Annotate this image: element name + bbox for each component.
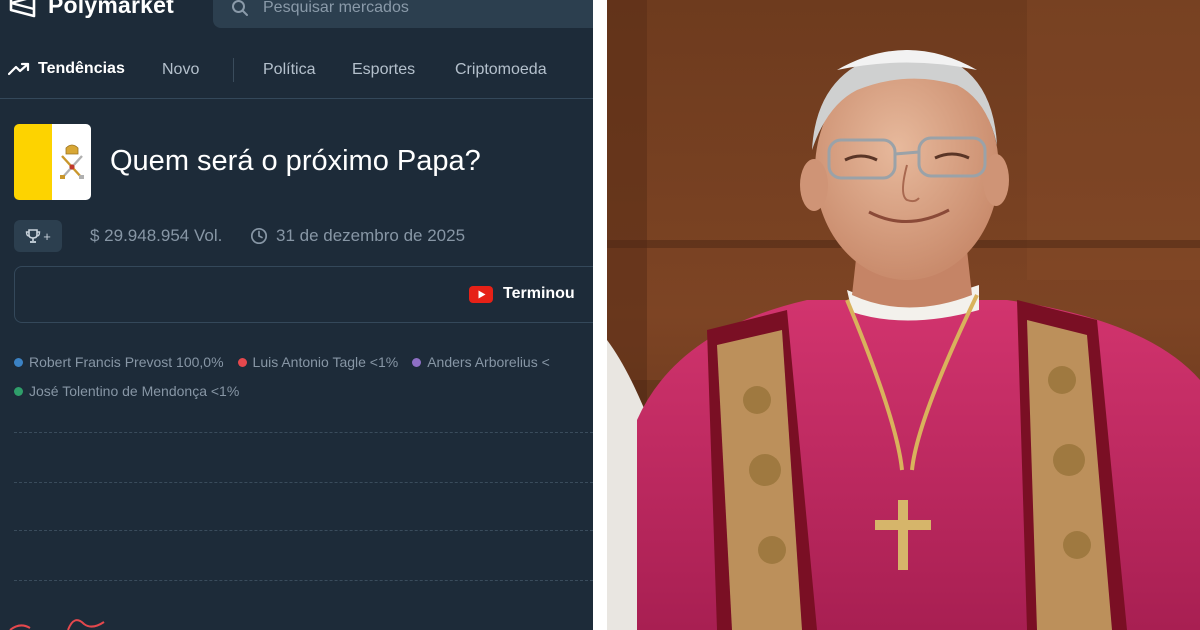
tab-trending[interactable]: Tendências [8, 60, 125, 78]
market-status-box: Terminou [14, 266, 593, 323]
trophy-icon [26, 229, 41, 243]
tab-crypto[interactable]: Criptomoeda [455, 61, 547, 79]
chart-gridline [14, 482, 593, 483]
vatican-flag-icon [14, 124, 91, 200]
trophy-suffix: + [43, 228, 51, 244]
clock-icon [250, 227, 268, 245]
chart-legend-row-2: José Tolentino de Mendonça <1% [14, 383, 239, 399]
chart-gridline [14, 530, 593, 531]
chart-gridline [14, 432, 593, 433]
market-title: Quem será o próximo Papa? [110, 145, 481, 177]
pope-photo [607, 0, 1200, 630]
youtube-icon [469, 285, 493, 303]
market-volume: $ 29.948.954 Vol. [90, 226, 223, 245]
legend-item[interactable]: Luis Antonio Tagle <1% [237, 354, 399, 370]
nav-divider-line [0, 98, 593, 99]
legend-dot [412, 357, 422, 367]
chart-gridline [14, 580, 593, 581]
legend-dot [237, 357, 247, 367]
tab-new[interactable]: Novo [162, 61, 199, 79]
tab-politics[interactable]: Política [263, 61, 315, 79]
trending-icon [8, 62, 30, 76]
polymarket-panel: Polymarket Tendências Novo Política Espo… [0, 0, 593, 630]
legend-item[interactable]: Robert Francis Prevost 100,0% [14, 354, 224, 370]
category-nav: Tendências Novo Política Esportes Cripto… [0, 52, 593, 88]
legend-item[interactable]: Anders Arborelius < [412, 354, 550, 370]
chart-line-fragment [9, 619, 105, 630]
polymarket-logo[interactable]: Polymarket [8, 0, 174, 19]
legend-dot [14, 386, 23, 396]
ended-badge[interactable]: Terminou [469, 285, 575, 303]
legend-item[interactable]: José Tolentino de Mendonça <1% [14, 383, 239, 399]
legend-dot [14, 357, 23, 367]
search-bar[interactable] [213, 0, 593, 28]
market-end-date: 31 de dezembro de 2025 [250, 226, 465, 246]
image-divider [593, 0, 607, 630]
tab-trending-label: Tendências [38, 60, 125, 77]
search-input[interactable] [263, 0, 563, 17]
trophy-button[interactable]: + [14, 220, 62, 252]
end-date-text: 31 de dezembro de 2025 [276, 226, 466, 245]
papal-keys-icon [59, 144, 84, 179]
polymarket-logo-icon [9, 0, 36, 17]
market-meta: + $ 29.948.954 Vol. 31 de dezembro de 20… [14, 220, 465, 252]
legend-label: Anders Arborelius < [427, 354, 550, 370]
tab-sports[interactable]: Esportes [352, 61, 415, 79]
legend-label: José Tolentino de Mendonça <1% [29, 383, 240, 399]
app-name: Polymarket [48, 0, 175, 18]
chart-legend: Robert Francis Prevost 100,0% Luis Anton… [14, 354, 550, 370]
search-icon [232, 0, 248, 16]
nav-divider [233, 58, 234, 82]
status-text: Terminou [503, 285, 575, 302]
legend-label: Luis Antonio Tagle <1% [252, 354, 399, 370]
legend-label: Robert Francis Prevost 100,0% [29, 354, 224, 370]
